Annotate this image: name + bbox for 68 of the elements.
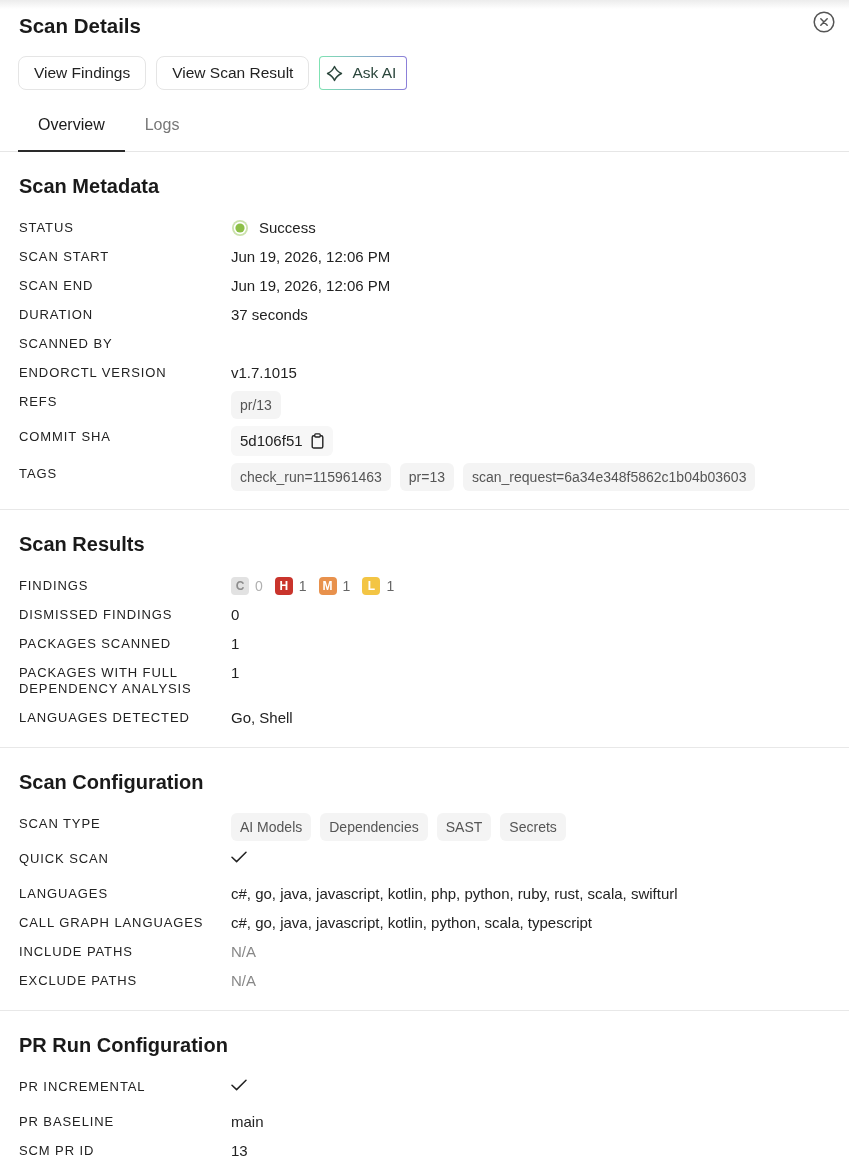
- tag-chip: check_run=115961463: [231, 463, 391, 491]
- tag-chip: scan_request=6a34e348f5862c1b04b03603: [463, 463, 756, 491]
- field-label: EXCLUDE PATHS: [19, 972, 139, 990]
- section-heading: PR Run Configuration: [19, 1033, 229, 1057]
- copy-icon[interactable]: [310, 433, 324, 449]
- field-value: N/A: [231, 942, 257, 962]
- field-value: 1: [231, 634, 241, 654]
- close-icon[interactable]: [813, 11, 835, 33]
- severity-badge: M: [318, 577, 337, 595]
- field-label: FINDINGS: [19, 577, 90, 595]
- field-label: DISMISSED FINDINGS: [19, 606, 174, 624]
- section-heading: Scan Results: [19, 532, 146, 556]
- field-label: PR BASELINE: [19, 1113, 116, 1131]
- field-label: LANGUAGES: [19, 885, 109, 903]
- field-label: PACKAGES SCANNED: [19, 635, 173, 653]
- field-value: 37 seconds: [231, 305, 309, 325]
- field-label: PACKAGES WITH FULL DEPENDENCY ANALYSIS: [19, 664, 193, 698]
- field-label: SCAN END: [19, 277, 95, 295]
- severity-badge: H: [274, 577, 293, 595]
- field-label: TAGS: [19, 465, 59, 483]
- commit-sha: 5d106f51: [240, 431, 303, 451]
- field-label: INCLUDE PATHS: [19, 943, 134, 961]
- field-label: REFS: [19, 393, 59, 411]
- field-label: SCANNED BY: [19, 335, 114, 353]
- panel-title: Scan Details: [19, 13, 141, 39]
- tag-chip: pr/13: [231, 391, 281, 419]
- field-value: Go, Shell: [231, 708, 294, 728]
- tag-chip: SAST: [436, 813, 492, 841]
- field-label: COMMIT SHA: [19, 428, 112, 446]
- field-value: main: [231, 1112, 265, 1132]
- finding-count: 0: [255, 578, 263, 594]
- finding-count: 1: [298, 578, 307, 594]
- field-label: PR INCREMENTAL: [19, 1078, 147, 1096]
- field-value: Jun 19, 2026, 12:06 PM: [231, 276, 392, 296]
- field-label: SCAN START: [19, 248, 111, 266]
- field-label: SCM PR ID: [19, 1142, 96, 1160]
- sparkle-icon: [326, 64, 344, 82]
- finding-count: 1: [342, 578, 351, 594]
- field-value: c#, go, java, javascript, kotlin, python, scala, typescript: [231, 913, 593, 933]
- field-label: QUICK SCAN: [19, 850, 110, 868]
- status-text: Success: [259, 218, 316, 238]
- field-label: ENDORCTL VERSION: [19, 364, 168, 382]
- field-label: CALL GRAPH LANGUAGES: [19, 914, 205, 932]
- tag-chip: AI Models: [231, 813, 312, 841]
- tag-chip: pr=13: [399, 463, 454, 491]
- field-value: 0: [231, 605, 241, 625]
- section-heading: Scan Metadata: [19, 174, 161, 198]
- section-heading: Scan Configuration: [19, 770, 205, 794]
- tab[interactable]: Logs: [124, 100, 200, 152]
- tag-chip: Dependencies: [320, 813, 428, 841]
- severity-badge: L: [362, 577, 381, 595]
- field-value: 13: [231, 1141, 249, 1161]
- field-label: SCAN TYPE: [19, 815, 102, 833]
- action-button[interactable]: View Scan Result: [156, 56, 310, 90]
- tag-chip: Secrets: [500, 813, 566, 841]
- field-value: c#, go, java, javascript, kotlin, php, python, ruby, rust, scala, swifturl: [231, 884, 679, 904]
- finding-count: 1: [386, 578, 395, 594]
- action-button[interactable]: View Findings: [18, 56, 147, 90]
- field-value: N/A: [231, 971, 257, 991]
- field-label: DURATION: [19, 306, 95, 324]
- ai-button[interactable]: Ask AI: [319, 56, 408, 90]
- field-value: 1: [231, 663, 241, 683]
- field-label: LANGUAGES DETECTED: [19, 709, 191, 727]
- tab[interactable]: Overview: [18, 100, 125, 152]
- field-value: Jun 19, 2026, 12:06 PM: [231, 247, 392, 267]
- field-label: STATUS: [19, 219, 75, 237]
- field-value: v1.7.1015: [231, 363, 298, 383]
- severity-badge: C: [231, 577, 249, 595]
